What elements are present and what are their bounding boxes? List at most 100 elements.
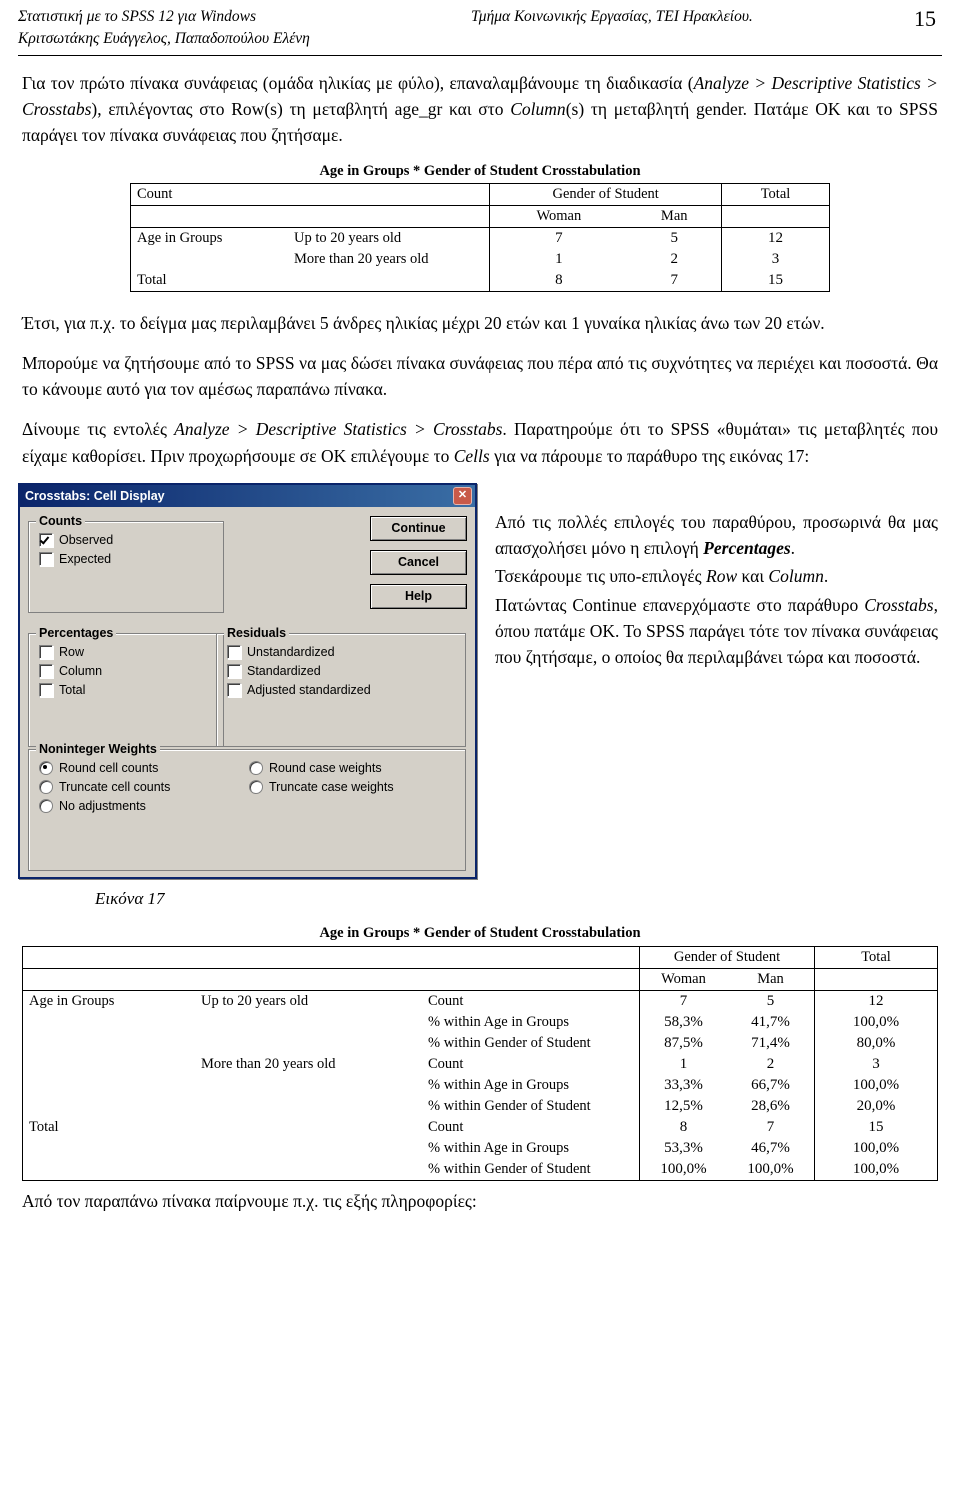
- table2-g2-r0c0: 1: [639, 1053, 727, 1075]
- table2-g3-r0c2: 15: [814, 1116, 938, 1138]
- radio-round-case-weights[interactable]: Round case weights: [249, 760, 447, 775]
- radio-icon[interactable]: [39, 779, 53, 794]
- table2-g1-r0c1: 5: [727, 989, 815, 1012]
- table2-g3-r1c2: 100,0%: [814, 1137, 938, 1159]
- table2-g2-r0c2: 3: [814, 1053, 938, 1075]
- side-l1-b: .: [790, 538, 796, 559]
- table2-g3-stat-1: % within Age in Groups: [428, 1139, 569, 1156]
- checkbox-observed[interactable]: Observed: [39, 532, 215, 547]
- header-left: Στατιστική με το SPSS 12 για Windows Κρι…: [18, 6, 310, 51]
- checkbox-icon[interactable]: [39, 551, 53, 566]
- table2-g1-r2c0: 87,5%: [639, 1032, 727, 1054]
- table1-tctotal: 15: [721, 269, 830, 292]
- close-icon[interactable]: ✕: [453, 486, 472, 505]
- checkbox-expected[interactable]: Expected: [39, 551, 215, 566]
- table2-total-blank: [814, 968, 938, 991]
- radio-truncate-cell-counts-label: Truncate cell counts: [59, 779, 171, 794]
- radio-icon[interactable]: [39, 798, 53, 813]
- table2-blank: [22, 968, 640, 991]
- table1-total-blank2: [288, 269, 490, 292]
- radio-round-cell-counts[interactable]: Round cell counts: [39, 760, 247, 775]
- radio-icon[interactable]: [249, 760, 263, 775]
- table-row: Gender of Student Total: [22, 945, 938, 969]
- continue-button[interactable]: Continue: [370, 515, 467, 541]
- table1-tc2: 7: [627, 269, 722, 292]
- radio-truncate-case-weights[interactable]: Truncate case weights: [249, 779, 447, 794]
- table2-g2-r1c2: 100,0%: [814, 1074, 938, 1096]
- sp: [195, 1033, 422, 1054]
- checkbox-row-label: Row: [59, 644, 85, 659]
- table-row: % within Age in Groups 33,3% 66,7% 100,0…: [22, 1074, 938, 1096]
- weights-legend: Noninteger Weights: [36, 741, 160, 756]
- table2-g3-r2c2: 100,0%: [814, 1158, 938, 1181]
- p1-a: Για τον πρώτο πίνακα συνάφειας (ομάδα ηλ…: [22, 72, 694, 93]
- sp: [22, 1053, 195, 1075]
- table1-r2c2: 2: [670, 250, 678, 267]
- crosstabs-cell-display-dialog[interactable]: Crosstabs: Cell Display ✕ Counts Observe…: [18, 482, 477, 879]
- radio-icon[interactable]: [249, 779, 263, 794]
- table2-g2-r2c2: 20,0%: [814, 1095, 938, 1117]
- dialog-titlebar: Crosstabs: Cell Display ✕: [20, 484, 475, 507]
- table2-g1-r2c2: 80,0%: [814, 1032, 938, 1054]
- table2-g1-label: Up to 20 years old: [195, 989, 422, 1012]
- table2-g3-stat-2: % within Gender of Student: [422, 1158, 640, 1181]
- radio-icon[interactable]: [39, 760, 53, 775]
- p4-a: Δίνουμε τις εντολές: [22, 419, 175, 440]
- table2-g1-r1c1: 41,7%: [751, 1013, 790, 1030]
- checkbox-total[interactable]: Total: [39, 682, 215, 697]
- sp: [195, 1075, 422, 1096]
- sp: [195, 1117, 422, 1138]
- dialog-title-text: Crosstabs: Cell Display: [25, 488, 165, 503]
- table2-g2-r1c1: 66,7%: [751, 1076, 790, 1093]
- cancel-button[interactable]: Cancel: [370, 549, 467, 575]
- checkbox-row[interactable]: Row: [39, 644, 215, 659]
- table2-g2-r0c1: 2: [766, 1055, 775, 1072]
- noninteger-weights-group: Noninteger Weights Round cell counts Tru…: [28, 741, 466, 871]
- document-content: Για τον πρώτο πίνακα συνάφειας (ομάδα ηλ…: [0, 56, 960, 469]
- radio-truncate-cell-counts[interactable]: Truncate cell counts: [39, 779, 247, 794]
- sp: [22, 1032, 195, 1054]
- side-paragraph-3: Πατώντας Continue επανερχόμαστε στο παρά…: [495, 592, 938, 671]
- table2-g2-stat-0: Count: [428, 1055, 464, 1072]
- table1-row2-label: More than 20 years old: [294, 250, 429, 267]
- help-button[interactable]: Help: [370, 583, 467, 609]
- checkbox-adjusted-standardized[interactable]: Adjusted standardized: [227, 682, 457, 697]
- header-left-line1: Στατιστική με το SPSS 12 για Windows: [18, 8, 257, 25]
- checkbox-unstandardized[interactable]: Unstandardized: [227, 644, 457, 659]
- sp: [22, 1137, 195, 1159]
- side-text: Από τις πολλές επιλογές του παραθύρου, π…: [495, 483, 938, 879]
- checkbox-icon[interactable]: [39, 663, 53, 678]
- figure-caption: Εικόνα 17: [95, 888, 165, 908]
- table2-g1-r1c0: 58,3%: [639, 1011, 727, 1033]
- table2-corner: [22, 945, 640, 969]
- checkbox-icon[interactable]: [39, 682, 53, 697]
- table2-wrapper: Gender of Student Total Woman Man Age in…: [0, 945, 960, 1181]
- table-row: Count Gender of Student Total: [129, 182, 830, 206]
- p4-italic-1: Analyze > Descriptive Statistics > Cross…: [174, 419, 503, 440]
- header-center: Τμήμα Κοινωνικής Εργασίας, ΤΕΙ Ηρακλείου…: [471, 8, 753, 25]
- table2-g1-stat-1: % within Age in Groups: [428, 1013, 569, 1030]
- checkbox-column-label: Column: [59, 663, 103, 678]
- checkbox-icon[interactable]: [227, 663, 241, 678]
- crosstab-table-counts: Count Gender of Student Total Woman Man …: [129, 182, 830, 292]
- page-number: 15: [914, 6, 936, 31]
- side-l3-italic: Crosstabs: [864, 594, 934, 615]
- side-l2-italic-2: Column: [768, 566, 824, 587]
- sp: [195, 1096, 422, 1117]
- checkbox-column[interactable]: Column: [39, 663, 215, 678]
- radio-no-adjustments[interactable]: No adjustments: [39, 798, 247, 813]
- checkbox-icon[interactable]: [39, 532, 53, 547]
- table-row: % within Age in Groups 53,3% 46,7% 100,0…: [22, 1137, 938, 1159]
- table1-blank-2: [130, 248, 288, 270]
- crosstab-table-percentages: Gender of Student Total Woman Man Age in…: [22, 945, 938, 1181]
- table2-g2-r1c0: 33,3%: [639, 1074, 727, 1096]
- checkbox-unstandardized-label: Unstandardized: [247, 644, 335, 659]
- checkbox-icon[interactable]: [227, 644, 241, 659]
- checkbox-standardized[interactable]: Standardized: [227, 663, 457, 678]
- table-row: % within Gender of Student 100,0% 100,0%…: [22, 1158, 938, 1181]
- checkbox-icon[interactable]: [227, 682, 241, 697]
- radio-truncate-case-weights-label: Truncate case weights: [269, 779, 394, 794]
- side-paragraph-2: Τσεκάρουμε τις υπο-επιλογές Row και Colu…: [495, 563, 938, 589]
- checkbox-icon[interactable]: [39, 644, 53, 659]
- table1-col-group: Gender of Student: [489, 182, 722, 206]
